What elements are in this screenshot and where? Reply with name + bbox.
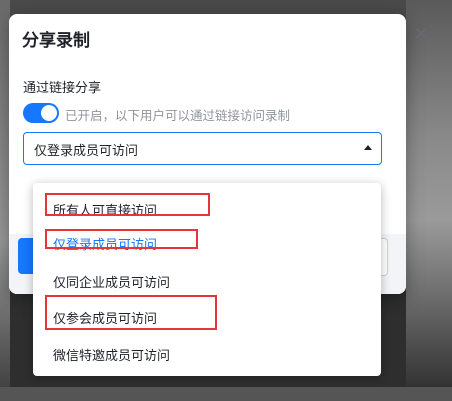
footer-primary-button[interactable] [18, 238, 34, 274]
background-bottom [0, 387, 452, 401]
annotation-box-logged-in [45, 229, 198, 249]
close-icon[interactable]: ✕ [412, 26, 430, 44]
access-select[interactable]: 仅登录成员可访问 [23, 132, 382, 165]
toggle-description: 已开启，以下用户可以通过链接访问录制 [65, 108, 291, 123]
link-share-toggle[interactable] [23, 103, 59, 123]
background-right [406, 0, 452, 401]
caret-up-icon [364, 145, 372, 150]
option-wechat-invited[interactable]: 微信特邀成员可访问 [53, 345, 170, 364]
toggle-knob [41, 105, 57, 121]
annotation-box-attendees [45, 295, 217, 330]
option-same-company[interactable]: 仅同企业成员可访问 [53, 272, 170, 291]
access-select-value: 仅登录成员可访问 [34, 144, 139, 159]
link-share-label: 通过链接分享 [23, 81, 102, 96]
annotation-box-everyone [45, 193, 210, 216]
dialog-title: 分享录制 [22, 31, 90, 51]
